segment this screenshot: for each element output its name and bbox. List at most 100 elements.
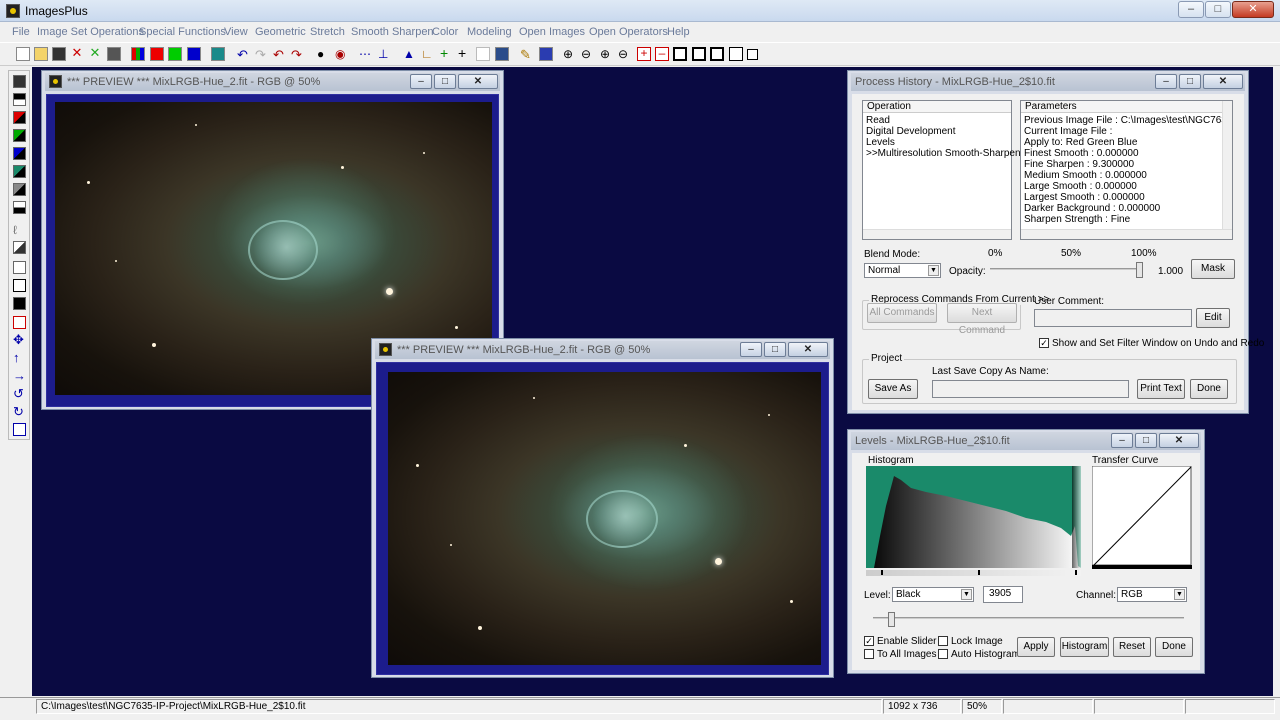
minimize-button[interactable]: – [740,342,762,357]
black-white-icon[interactable] [13,93,26,106]
maximize-button[interactable]: □ [1135,433,1157,448]
nebula-image[interactable] [388,372,821,665]
done-button[interactable]: Done [1155,637,1193,657]
frame-4-icon[interactable] [729,47,743,61]
menu-help[interactable]: Help [667,26,690,38]
channel-select[interactable]: RGB ▼ [1117,587,1187,602]
menu-modeling[interactable]: Modeling [467,26,512,38]
white-point-marker[interactable] [1075,570,1077,575]
all-commands-button[interactable]: All Commands [867,303,937,323]
save-as-button[interactable]: Save As [868,379,918,399]
tree-icon[interactable]: ⊥ [378,47,392,61]
next-command-button[interactable]: Next Command [947,303,1017,336]
menu-open-images[interactable]: Open Images [519,26,585,38]
zoom-in-icon[interactable]: ⊕ [563,47,577,61]
black-point-marker[interactable] [881,570,883,575]
midpoint-marker[interactable] [978,570,980,575]
preview-1-title-bar[interactable]: *** PREVIEW *** MixLRGB-Hue_2.fit - RGB … [45,73,500,91]
star-select-icon[interactable]: ● [317,47,331,61]
maximize-button[interactable]: □ [1205,1,1231,18]
minimize-button[interactable]: – [1178,1,1204,18]
menu-file[interactable]: File [12,26,30,38]
menu-image-set-operations[interactable]: Image Set Operations [37,26,144,38]
minimize-button[interactable]: – [410,74,432,89]
apply-button[interactable]: Apply [1017,637,1055,657]
close-button[interactable]: ✕ [1203,74,1243,89]
close-image-icon[interactable]: ✕ [70,46,84,61]
lasso-icon[interactable]: ℓ [13,223,26,237]
select-rect-icon[interactable] [13,261,26,274]
operation-item[interactable]: Levels [866,137,895,148]
gradient-icon[interactable] [13,241,26,254]
pointer-icon[interactable] [13,316,26,329]
preview-2-title-bar[interactable]: *** PREVIEW *** MixLRGB-Hue_2.fit - RGB … [375,341,830,359]
close-button[interactable]: ✕ [1159,433,1199,448]
star-target-icon[interactable]: ◉ [335,47,349,61]
parameters-list[interactable]: Parameters Previous Image File : C:\Imag… [1020,100,1233,240]
green-black-icon[interactable] [13,129,26,142]
lock-image-checkbox[interactable] [938,636,948,646]
image-info-icon[interactable] [495,47,509,61]
mask-button[interactable]: Mask [1191,259,1235,279]
histogram-tool-icon[interactable]: ▲ [403,47,417,61]
lum-black-icon[interactable] [13,165,26,178]
level-slider-track[interactable] [873,617,1184,619]
dots-icon[interactable]: ⋯ [359,47,373,61]
menu-smooth-sharpen[interactable]: Smooth Sharpen [351,26,434,38]
black-bar-icon[interactable] [13,297,26,310]
blend-mode-select[interactable]: Normal ▼ [864,263,941,278]
rotate-right-icon[interactable]: ↻ [13,405,26,419]
crosshair-icon[interactable]: + [440,46,454,61]
show-filter-checkbox[interactable]: ✓ [1039,338,1049,348]
up-arrow-icon[interactable]: ↑ [13,351,26,365]
grid-icon[interactable] [476,47,490,61]
minimize-button[interactable]: – [1155,74,1177,89]
menu-stretch[interactable]: Stretch [310,26,345,38]
white-black-icon[interactable] [13,201,26,214]
opacity-slider-thumb[interactable] [1136,262,1143,278]
level-select[interactable]: Black ▼ [892,587,974,602]
curve-tool-icon[interactable]: ∟ [421,47,435,61]
operation-item[interactable]: Read [866,115,890,126]
to-all-images-checkbox[interactable] [864,649,874,659]
menu-special-functions[interactable]: Special Functions [139,26,226,38]
luminance-icon[interactable] [211,47,225,61]
blue-black-icon[interactable] [13,147,26,160]
check-icon[interactable]: ✕ [88,46,102,61]
last-save-field[interactable] [932,380,1129,398]
level-slider-thumb[interactable] [888,612,895,627]
move-icon[interactable]: ✥ [13,333,26,347]
zoom-plus-icon[interactable]: + [637,47,651,61]
parameters-h-scrollbar[interactable] [1021,229,1232,239]
green-channel-icon[interactable] [168,47,182,61]
pencil-icon[interactable]: ✎ [520,47,534,62]
done-button[interactable]: Done [1190,379,1228,399]
minimize-button[interactable]: – [1111,433,1133,448]
history-title-bar[interactable]: Process History - MixLRGB-Hue_2$10.fit –… [851,73,1245,91]
auto-histogram-checkbox[interactable] [938,649,948,659]
copy-icon[interactable] [13,423,26,436]
operation-item-selected[interactable]: >>Multiresolution Smooth-Sharpen [866,148,1021,159]
columns-icon[interactable] [13,279,26,292]
edit-button[interactable]: Edit [1196,308,1230,328]
save-palette-icon[interactable] [13,75,26,88]
new-icon[interactable] [16,47,30,61]
operation-h-scrollbar[interactable] [863,229,1011,239]
maximize-button[interactable]: □ [1179,74,1201,89]
save-icon[interactable] [52,47,66,61]
level-number-field[interactable]: 3905 [983,586,1023,603]
operation-item[interactable]: Digital Development [866,126,956,137]
pixel-grid-icon[interactable] [539,47,553,61]
transfer-curve-plot[interactable] [1092,466,1192,569]
red-channel-icon[interactable] [150,47,164,61]
undo-all-icon[interactable]: ↶ [273,47,287,62]
opacity-slider-track[interactable] [990,268,1142,270]
rotate-left-icon[interactable]: ↺ [13,387,26,401]
menu-geometric[interactable]: Geometric [255,26,306,38]
zoom-minus-icon[interactable]: – [655,47,669,61]
zoom-out-icon[interactable]: ⊖ [581,47,595,61]
gray-black-icon[interactable] [13,183,26,196]
zoom-actual-icon[interactable]: ⊖ [618,47,632,61]
frame-3-icon[interactable] [710,47,724,61]
frame-1-icon[interactable] [673,47,687,61]
